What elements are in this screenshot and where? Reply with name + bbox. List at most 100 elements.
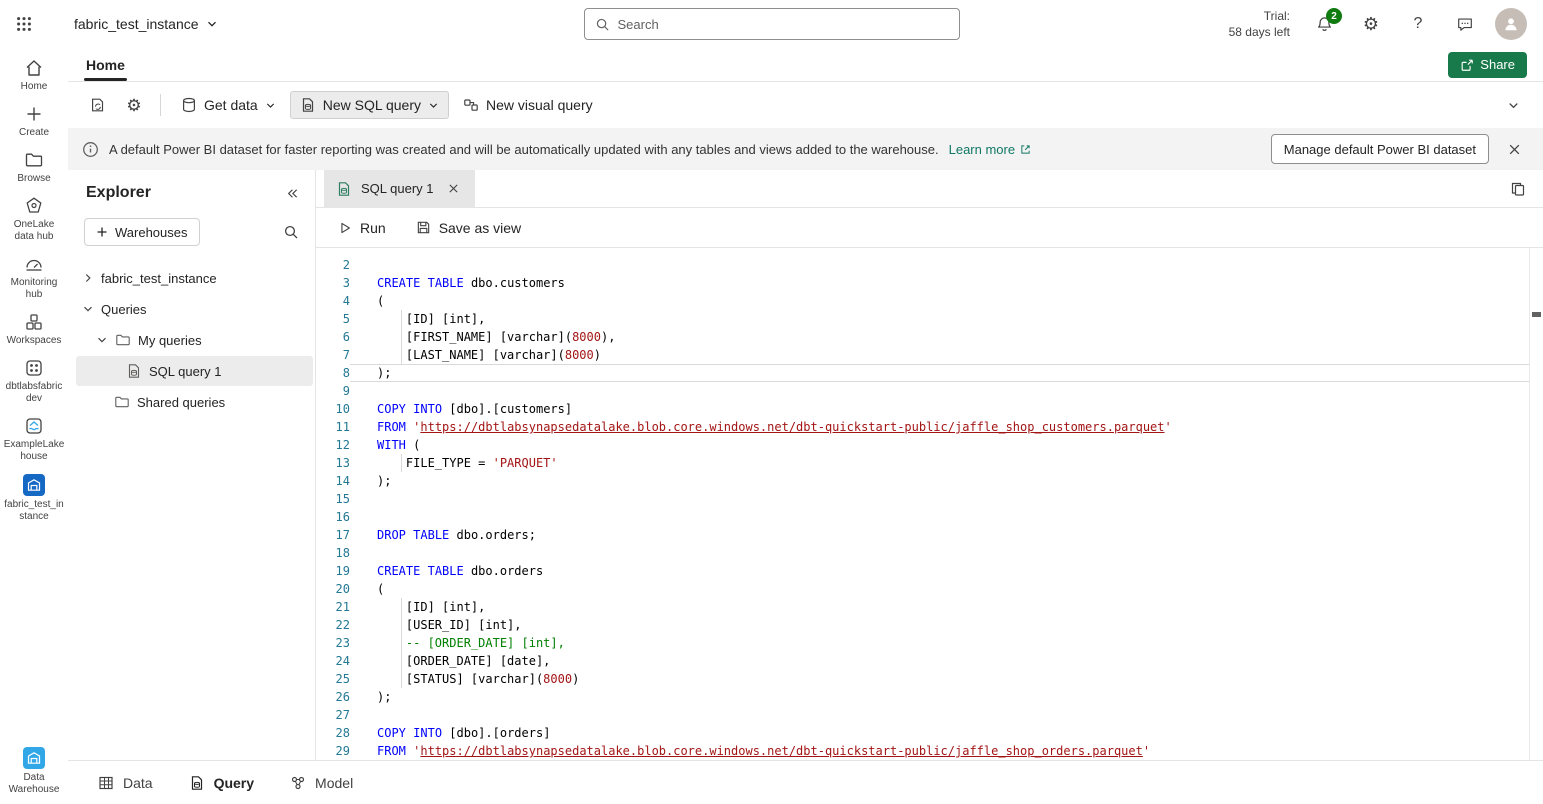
code-line[interactable]: 11FROM 'https://dbtlabsynapsedatalake.bl… — [316, 418, 1529, 436]
get-data-button[interactable]: Get data — [171, 91, 286, 119]
sql-editor[interactable]: 23CREATE TABLE dbo.customers4(5 [ID] [in… — [316, 248, 1543, 760]
sql-file-icon — [300, 97, 316, 113]
home-icon — [24, 58, 44, 78]
trial-status: Trial: 58 days left — [1229, 8, 1290, 40]
tree-item-my-queries[interactable]: My queries — [76, 325, 313, 355]
code-line[interactable]: 6 [FIRST_NAME] [varchar](8000), — [316, 328, 1529, 346]
editor-overview-ruler[interactable] — [1529, 248, 1543, 760]
workspace-switcher[interactable]: fabric_test_instance — [74, 16, 218, 32]
tree-item-fabric-test-instance[interactable]: fabric_test_instance — [76, 263, 313, 293]
add-warehouses-button[interactable]: Warehouses — [84, 218, 200, 246]
code-line[interactable]: 27 — [316, 706, 1529, 724]
search-input[interactable] — [618, 17, 949, 32]
code-line[interactable]: 25 [STATUS] [varchar](8000) — [316, 670, 1529, 688]
code-line[interactable]: 16 — [316, 508, 1529, 526]
collapse-explorer-button[interactable] — [284, 186, 299, 201]
tree-item-shared-queries[interactable]: Shared queries — [76, 387, 313, 417]
code-line[interactable]: 5 [ID] [int], — [316, 310, 1529, 328]
code-line[interactable]: 4( — [316, 292, 1529, 310]
sidebar-item-data-warehouse[interactable]: Data Warehouse — [1, 747, 67, 796]
share-icon — [1460, 58, 1474, 72]
app-launcher-button[interactable] — [0, 0, 48, 48]
code-line[interactable]: 24 [ORDER_DATE] [date], — [316, 652, 1529, 670]
tab-sql-query-1[interactable]: SQL query 1 — [324, 170, 475, 207]
code-line[interactable]: 13 FILE_TYPE = 'PARQUET' — [316, 454, 1529, 472]
code-lines[interactable]: 23CREATE TABLE dbo.customers4(5 [ID] [in… — [316, 248, 1529, 760]
code-line[interactable]: 7 [LAST_NAME] [varchar](8000) — [316, 346, 1529, 364]
new-sql-query-label: New SQL query — [323, 97, 421, 113]
code-line[interactable]: 26); — [316, 688, 1529, 706]
code-line[interactable]: 18 — [316, 544, 1529, 562]
line-number: 13 — [316, 454, 350, 472]
share-button[interactable]: Share — [1448, 52, 1527, 78]
toolbar-divider — [160, 94, 161, 116]
code-line[interactable]: 10COPY INTO [dbo].[customers] — [316, 400, 1529, 418]
code-line[interactable]: 9 — [316, 382, 1529, 400]
sidebar-item-examplelakehouse[interactable]: ExampleLakehouse — [1, 416, 67, 463]
notifications-button[interactable]: 2 — [1307, 7, 1341, 41]
feedback-button[interactable] — [1448, 7, 1482, 41]
code-line[interactable]: 20( — [316, 580, 1529, 598]
tab-home[interactable]: Home — [84, 48, 127, 81]
code-line[interactable]: 14); — [316, 472, 1529, 490]
search-icon — [283, 224, 299, 240]
code-line[interactable]: 3CREATE TABLE dbo.customers — [316, 274, 1529, 292]
code-text — [350, 490, 1529, 508]
code-text: ); — [350, 688, 1529, 706]
search-box — [584, 8, 960, 40]
banner-text: A default Power BI dataset for faster re… — [109, 142, 939, 157]
code-line[interactable]: 12WITH ( — [316, 436, 1529, 454]
info-banner: A default Power BI dataset for faster re… — [68, 128, 1543, 170]
new-sql-query-button[interactable]: New SQL query — [290, 91, 449, 119]
copy-icon — [1510, 181, 1526, 197]
new-visual-query-button[interactable]: New visual query — [453, 91, 603, 119]
settings-button[interactable]: ⚙ — [1354, 7, 1388, 41]
learn-more-link[interactable]: Learn more — [949, 142, 1032, 157]
code-line[interactable]: 15 — [316, 490, 1529, 508]
code-line[interactable]: 17DROP TABLE dbo.orders; — [316, 526, 1529, 544]
tab-model[interactable]: Model — [290, 775, 353, 791]
avatar[interactable] — [1495, 8, 1527, 40]
sidebar-item-browse[interactable]: Browse — [1, 150, 67, 185]
code-line[interactable]: 2 — [316, 256, 1529, 274]
sidebar-item-create[interactable]: Create — [1, 104, 67, 139]
save-as-view-button[interactable]: Save as view — [416, 220, 521, 236]
code-line[interactable]: 8); — [316, 364, 1529, 382]
ribbon-collapse-button[interactable] — [1497, 90, 1529, 120]
line-number: 8 — [316, 364, 350, 382]
run-button[interactable]: Run — [338, 220, 386, 236]
code-line[interactable]: 19CREATE TABLE dbo.orders — [316, 562, 1529, 580]
tab-query-label: Query — [214, 775, 254, 791]
chevron-right-icon[interactable] — [82, 272, 94, 284]
line-number: 4 — [316, 292, 350, 310]
code-line[interactable]: 28COPY INTO [dbo].[orders] — [316, 724, 1529, 742]
tab-close-button[interactable] — [443, 178, 465, 200]
copy-button[interactable] — [1503, 174, 1533, 204]
sidebar-item-home[interactable]: Home — [1, 58, 67, 93]
tree-item-sql-query-1[interactable]: SQL query 1 — [76, 356, 313, 386]
help-button[interactable]: ? — [1401, 7, 1435, 41]
chevron-down-icon[interactable] — [96, 334, 108, 346]
code-text: [ORDER_DATE] [date], — [350, 652, 1529, 670]
tab-query[interactable]: Query — [189, 775, 254, 791]
refresh-button[interactable] — [82, 90, 114, 120]
lakehouse-icon — [24, 416, 44, 436]
table-icon — [98, 775, 114, 791]
chevron-down-icon[interactable] — [82, 303, 94, 315]
sidebar-item-dbtlabsfabricdev[interactable]: dbtlabsfabricdev — [1, 358, 67, 405]
tab-data[interactable]: Data — [98, 775, 153, 791]
explorer-search-button[interactable] — [283, 224, 299, 240]
sidebar-item-fabric-test-instance[interactable]: fabric_test_instance — [1, 474, 67, 523]
sidebar-item-workspaces[interactable]: Workspaces — [1, 312, 67, 347]
code-line[interactable]: 22 [USER_ID] [int], — [316, 616, 1529, 634]
sidebar-item-monitoring-hub[interactable]: Monitoring hub — [1, 254, 67, 301]
code-line[interactable]: 21 [ID] [int], — [316, 598, 1529, 616]
code-line[interactable]: 23 -- [ORDER_DATE] [int], — [316, 634, 1529, 652]
settings-button-toolbar[interactable]: ⚙ — [118, 90, 150, 120]
banner-close-button[interactable] — [1499, 134, 1529, 164]
code-line[interactable]: 29FROM 'https://dbtlabsynapsedatalake.bl… — [316, 742, 1529, 760]
manage-default-dataset-button[interactable]: Manage default Power BI dataset — [1271, 134, 1489, 164]
sidebar-item-onelake-data-hub[interactable]: OneLake data hub — [1, 196, 67, 243]
tree-item-queries[interactable]: Queries — [76, 294, 313, 324]
scroll-marker[interactable] — [1532, 312, 1541, 317]
